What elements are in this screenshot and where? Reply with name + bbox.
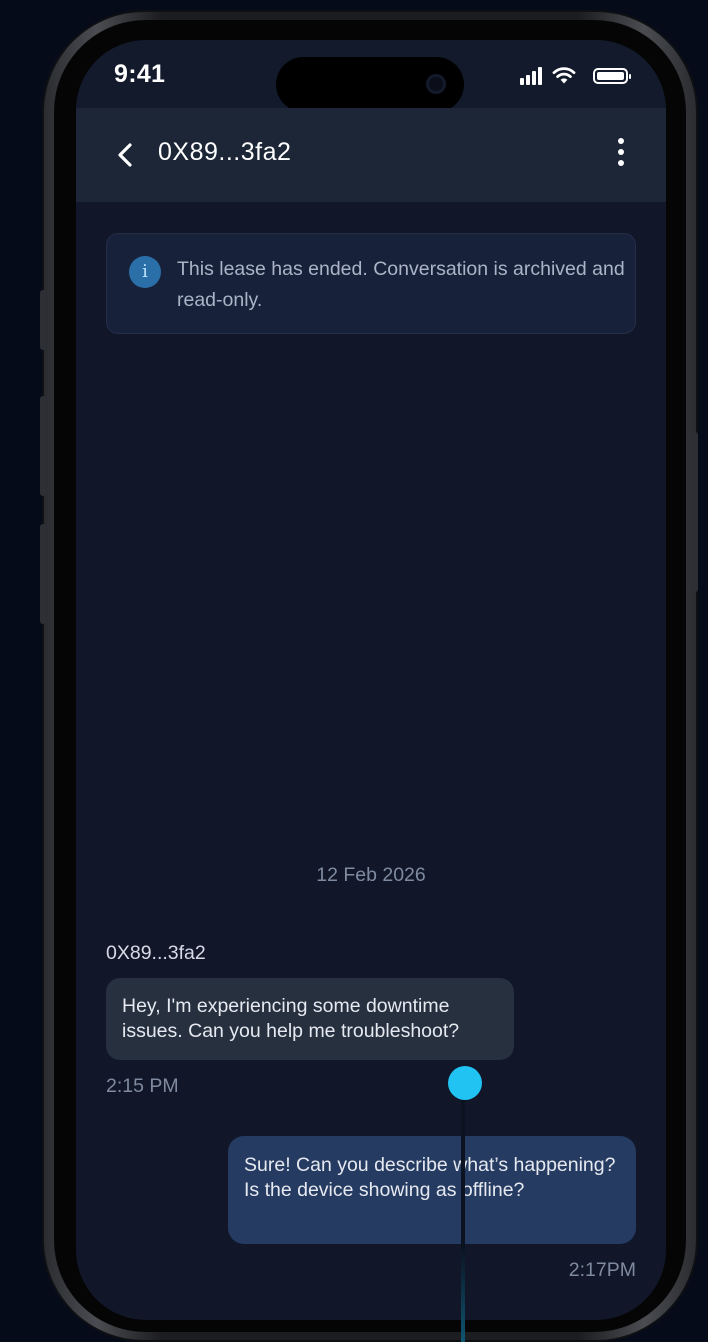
phone-screen: 9:41 0X89...3fa2 i This lease has ended.… [76, 40, 666, 1320]
status-bar: 9:41 [76, 40, 666, 112]
chat-header: 0X89...3fa2 [76, 108, 666, 202]
info-icon: i [129, 256, 161, 288]
more-options-icon[interactable] [614, 138, 628, 172]
pointer-trail [461, 1100, 465, 1342]
touch-pointer-indicator [448, 1066, 482, 1100]
signal-icon [520, 67, 546, 85]
action-button [40, 290, 46, 350]
message-sender: 0X89...3fa2 [106, 942, 206, 964]
volume-down-button [40, 524, 46, 624]
incoming-message-time: 2:15 PM [106, 1075, 179, 1097]
notice-text: This lease has ended. Conversation is ar… [177, 258, 625, 311]
status-time: 9:41 [114, 60, 166, 88]
date-separator: 12 Feb 2026 [316, 864, 426, 886]
back-arrow-icon[interactable] [112, 138, 138, 172]
volume-up-button [40, 396, 46, 496]
incoming-message-bubble: Hey, I'm experiencing some downtime issu… [106, 978, 514, 1060]
dynamic-island [276, 57, 464, 112]
battery-icon [593, 68, 631, 84]
wifi-icon [552, 67, 576, 84]
power-button [692, 432, 698, 592]
camera-icon [426, 74, 446, 94]
outgoing-message-time: 2:17PM [568, 1259, 636, 1281]
archived-notice: i This lease has ended. Conversation is … [106, 233, 636, 334]
chat-title: 0X89...3fa2 [158, 138, 292, 166]
outgoing-message-bubble: Sure! Can you describe what’s happening?… [228, 1136, 636, 1244]
